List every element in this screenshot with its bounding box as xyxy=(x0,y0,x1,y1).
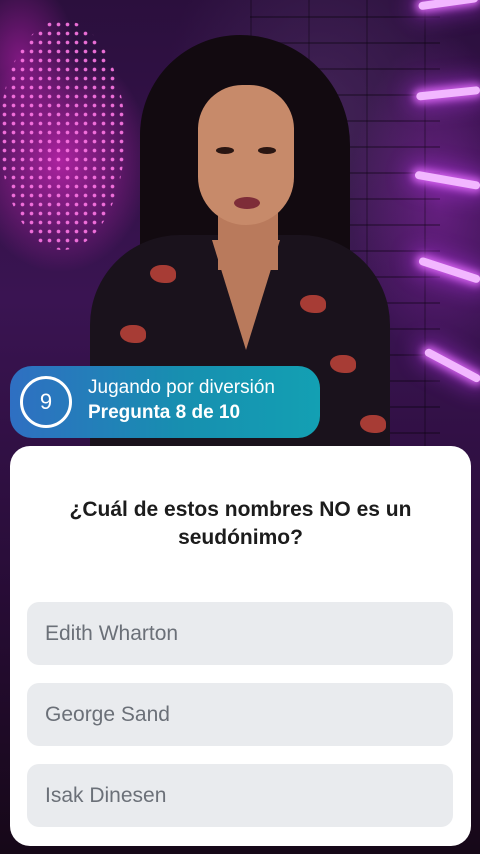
question-progress-label: Pregunta 8 de 10 xyxy=(88,402,241,423)
game-status-pill: 9 Jugando por diversión Pregunta 8 de 10 xyxy=(10,366,320,438)
neon-light xyxy=(418,0,479,11)
answer-option-1[interactable]: Edith Wharton xyxy=(27,602,453,665)
game-status-text: Jugando por diversión Pregunta 8 de 10 xyxy=(88,376,275,426)
presenter-eye xyxy=(258,147,276,154)
question-text: ¿Cuál de estos nombres NO es un seudónim… xyxy=(69,498,412,549)
presenter-neckline xyxy=(212,240,280,350)
presenter-face xyxy=(198,85,294,225)
answer-option-label: Edith Wharton xyxy=(45,621,179,645)
presenter-lips xyxy=(234,197,260,209)
countdown-timer: 9 xyxy=(20,376,72,428)
answer-option-3[interactable]: Isak Dinesen xyxy=(27,764,453,827)
dress-flower xyxy=(300,295,326,313)
answer-option-label: Isak Dinesen xyxy=(45,783,167,807)
dress-flower xyxy=(150,265,176,283)
answer-options: Edith Wharton George Sand Isak Dinesen xyxy=(27,602,453,845)
dress-flower xyxy=(120,325,146,343)
presenter-eye xyxy=(216,147,234,154)
question-card: ¿Cuál de estos nombres NO es un seudónim… xyxy=(10,446,471,846)
dress-flower xyxy=(360,415,386,433)
answer-option-label: George Sand xyxy=(45,702,170,726)
dress-flower xyxy=(330,355,356,373)
answer-option-2[interactable]: George Sand xyxy=(27,683,453,746)
game-mode-label: Jugando por diversión xyxy=(88,377,275,398)
timer-value: 9 xyxy=(39,389,53,414)
